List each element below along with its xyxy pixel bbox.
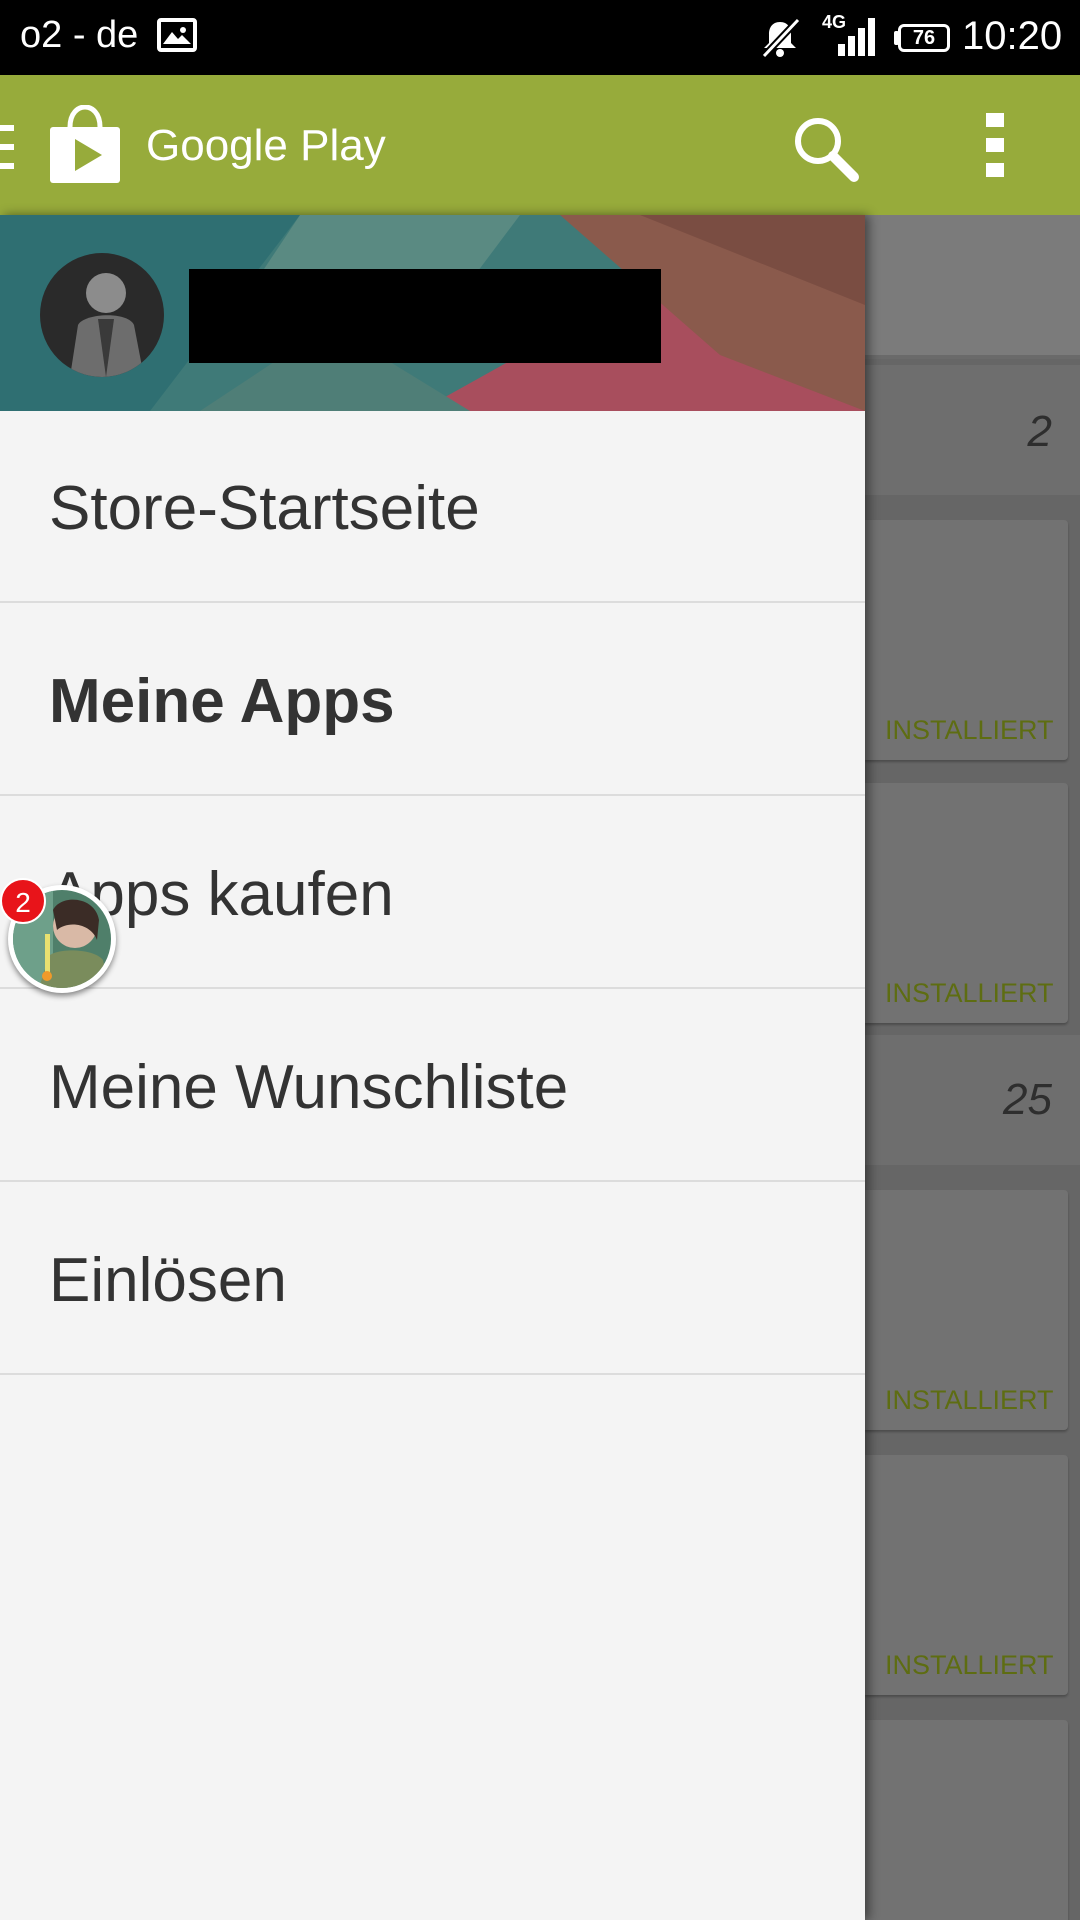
drawer-item-buy-apps[interactable]: Apps kaufen [0,797,865,989]
search-icon[interactable] [790,113,862,190]
app-card[interactable]: INSTALLIERT [865,783,1068,1023]
navigation-drawer: Store-Startseite Meine Apps Apps kaufen … [0,215,865,1920]
install-status: INSTALLIERT [885,1650,1054,1680]
section-header: 2 [865,365,1080,495]
image-notification-icon [157,18,197,52]
clock: 10:20 [962,14,1063,58]
signal-icon [838,18,880,61]
mute-icon [758,16,802,65]
play-store-logo[interactable] [48,104,122,190]
drawer-item-label: Meine Apps [49,667,395,736]
section-header: 25 [865,1035,1080,1165]
drawer-item-my-apps[interactable]: Meine Apps [0,604,865,796]
background-header [865,215,1080,359]
section-count: 25 [1003,1075,1052,1124]
app-card[interactable] [865,1720,1068,1920]
account-name-redacted [189,269,661,363]
drawer-item-store-home[interactable]: Store-Startseite [0,411,865,603]
drawer-item-label: Einlösen [49,1246,287,1315]
menu-icon[interactable] [0,125,16,174]
overflow-menu-icon[interactable] [984,113,1008,182]
drawer-item-redeem[interactable]: Einlösen [0,1183,865,1375]
app-bar: Google Play [0,75,1080,215]
battery-level: 76 [898,24,950,52]
drawer-item-label: Store-Startseite [49,474,480,543]
section-count: 2 [1027,407,1052,456]
app-card[interactable]: INSTALLIERT [865,1455,1068,1695]
carrier-label: o2 - de [20,14,139,56]
background-app-list: 2 INSTALLIERT INSTALLIERT 25 INSTALLIERT… [865,215,1080,1920]
chat-head-badge: 2 [0,878,46,924]
install-status: INSTALLIERT [885,1385,1054,1415]
drawer-item-label: Meine Wunschliste [49,1053,569,1122]
install-status: INSTALLIERT [885,978,1054,1008]
app-title: Google Play [146,121,386,170]
install-status: INSTALLIERT [885,715,1054,745]
drawer-header [0,215,865,411]
app-card[interactable]: INSTALLIERT [865,520,1068,760]
avatar[interactable] [40,253,164,377]
app-card[interactable]: INSTALLIERT [865,1190,1068,1430]
drawer-item-wishlist[interactable]: Meine Wunschliste [0,990,865,1182]
status-bar: o2 - de 4G 76 10:20 [0,0,1080,75]
